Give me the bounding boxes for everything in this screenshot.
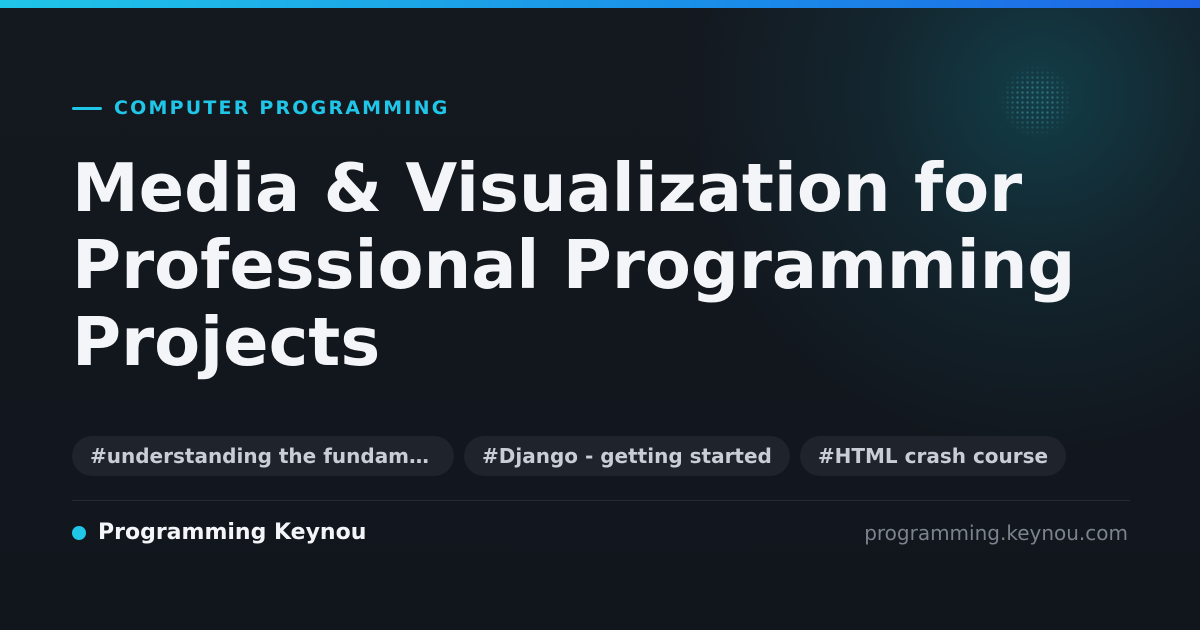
footer-divider (72, 500, 1130, 501)
social-card: COMPUTER PROGRAMMING Media & Visualizati… (0, 0, 1200, 630)
category-text: COMPUTER PROGRAMMING (114, 97, 450, 119)
circle-dot-icon (72, 526, 86, 540)
tag-html-crash-course[interactable]: #HTML crash course (799, 436, 1067, 476)
brand: Programming Keynou (72, 518, 366, 548)
dash-line-icon (72, 106, 102, 110)
page-title: Media & Visualization for Professional P… (72, 149, 1076, 381)
footer: Programming Keynou programming.keynou.co… (72, 518, 1128, 548)
dot-pattern-decoration (1000, 65, 1072, 137)
tag-list: #understanding the fundamentals #Django … (72, 436, 1067, 476)
category-label: COMPUTER PROGRAMMING (72, 96, 450, 120)
brand-name: Programming Keynou (98, 520, 367, 545)
tag-django-getting-started[interactable]: #Django - getting started (464, 436, 790, 476)
site-url[interactable]: programming.keynou.com (864, 518, 1128, 548)
top-accent-bar (0, 0, 1200, 8)
tag-understanding-fundamentals[interactable]: #understanding the fundamentals (72, 436, 454, 476)
